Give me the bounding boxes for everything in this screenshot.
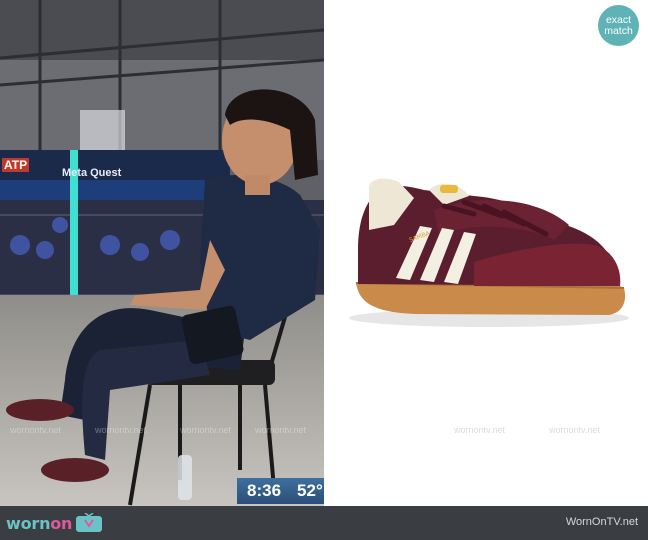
badge-line2: match: [604, 24, 633, 37]
sign-left-text: ATP: [2, 158, 30, 172]
left-photo: wornontv.net wornontv.net wornontv.net w…: [0, 0, 324, 506]
site-credit: WornOnTV.net: [565, 516, 638, 528]
exact-match-badge: exact match: [598, 5, 639, 46]
news-ticker: 8:36 52°: [237, 478, 324, 504]
logo-text: wornon: [6, 513, 73, 533]
wornontv-logo[interactable]: wornon: [6, 512, 103, 534]
sneaker-illustration: SAMBA: [349, 178, 629, 327]
right-photo: SAMBA wornontv.net wornontv.net: [324, 0, 648, 506]
tv-icon: [76, 513, 103, 532]
footer-bar: wornon WornOnTV.net: [0, 506, 648, 540]
studio-scene: [0, 0, 324, 506]
ticker-temperature: 52°: [297, 481, 323, 500]
ticker-time: 8:36: [247, 481, 282, 500]
badge-line1: exact: [605, 13, 632, 26]
sign-text: Meta Quest: [62, 167, 122, 179]
